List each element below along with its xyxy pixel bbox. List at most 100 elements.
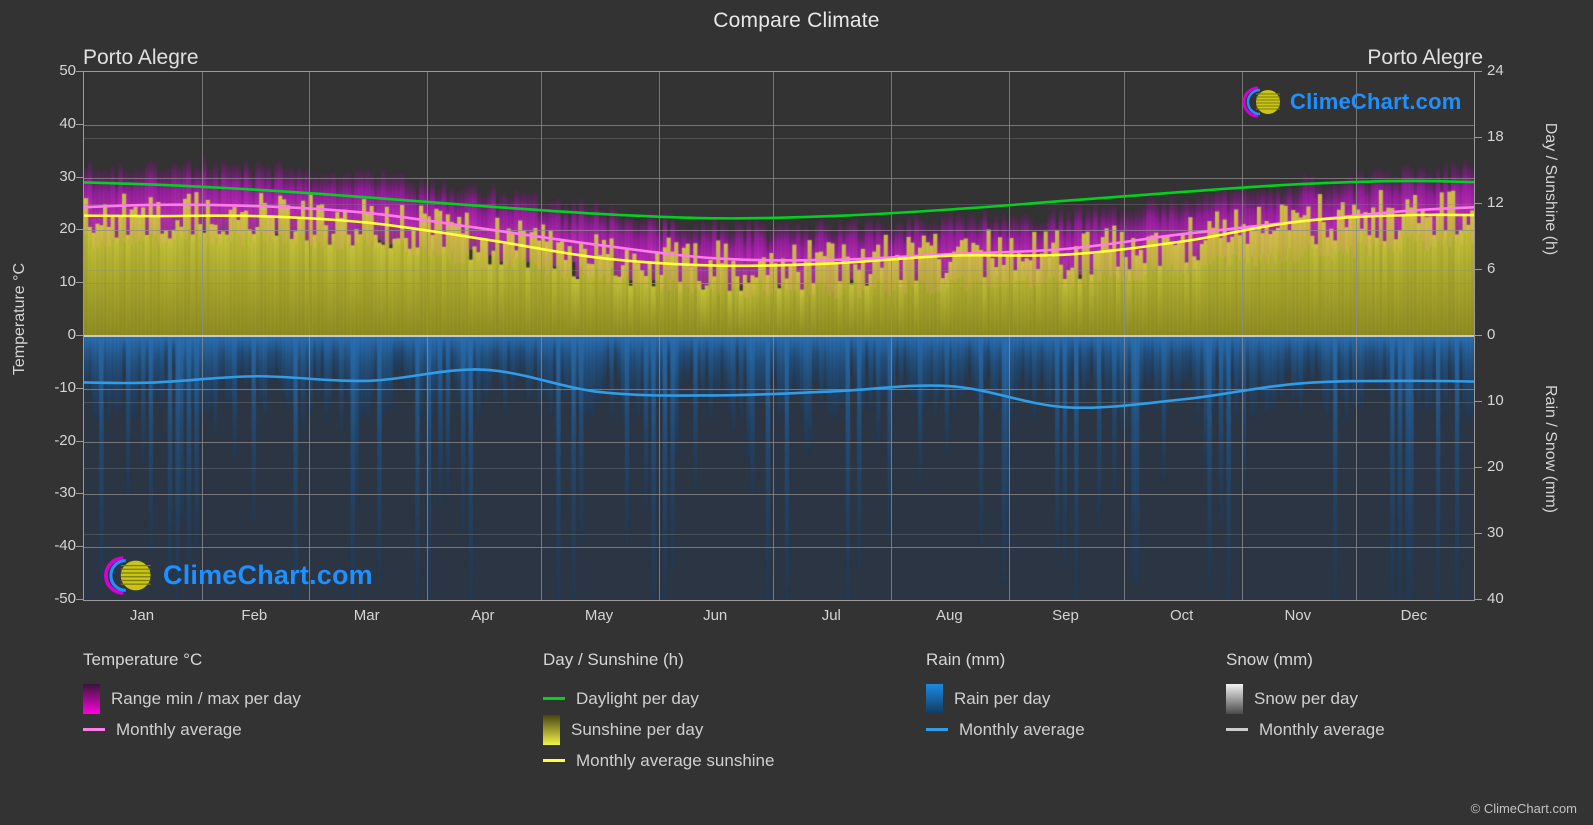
pink-line-swatch — [83, 728, 105, 731]
legend-heading-snow: Snow (mm) — [1226, 650, 1313, 669]
y-tick-label-temperature: -30 — [54, 484, 76, 502]
legend-item-daylight-per-day[interactable]: Daylight per day — [543, 683, 774, 714]
y-tick-label-temperature: -40 — [54, 537, 76, 555]
y-tick-mark — [76, 71, 83, 72]
legend-item-range-min-max[interactable]: Range min / max per day — [83, 683, 301, 714]
legend-item-snow-per-day[interactable]: Snow per day — [1226, 683, 1385, 714]
line-swatch-wrap — [926, 728, 948, 731]
legend-item-snow-monthly-average[interactable]: Monthly average — [1226, 714, 1385, 745]
legend-label: Range min / max per day — [111, 688, 301, 708]
copyright-notice: © ClimeChart.com — [1470, 801, 1577, 816]
x-tick-label-mar: Mar — [353, 607, 380, 624]
white-line-swatch — [1226, 728, 1248, 731]
legend-label: Monthly average — [116, 719, 242, 739]
line-swatch-wrap — [1226, 728, 1248, 731]
x-tick-label-oct: Oct — [1169, 607, 1194, 624]
y-tick-label-rain-snow: 10 — [1487, 392, 1504, 409]
blue-line-swatch — [926, 728, 948, 731]
y-tick-label-day-sunshine: 12 — [1487, 194, 1504, 211]
y-tick-mark — [1475, 467, 1482, 468]
y-tick-mark — [1475, 269, 1482, 270]
line-swatch-wrap — [543, 759, 565, 762]
y-tick-mark — [76, 335, 83, 336]
temperature-average-line — [84, 203, 1474, 262]
x-tick-label-jul: Jul — [821, 607, 841, 624]
legend-heading-rain: Rain (mm) — [926, 650, 1006, 669]
watermark-logo-bottom: ClimeChart.com — [96, 553, 373, 598]
line-swatch-wrap — [83, 728, 105, 731]
y-tick-mark — [1475, 137, 1482, 138]
location-label-right: Porto Alegre — [1367, 46, 1483, 69]
y-tick-mark — [76, 176, 83, 178]
y-tick-mark — [76, 282, 83, 284]
legend-label: Sunshine per day — [571, 719, 704, 739]
y-tick-label-rain-snow: 40 — [1487, 590, 1504, 607]
legend-label: Snow per day — [1254, 688, 1358, 708]
y-tick-label-day-sunshine: 6 — [1487, 260, 1496, 277]
y-tick-mark — [76, 599, 83, 600]
y-axis-title-rain-snow: Rain / Snow (mm) — [1542, 384, 1559, 514]
y-tick-label-temperature: -10 — [54, 378, 76, 396]
legend-label: Monthly average — [959, 719, 1085, 739]
y-tick-mark — [76, 440, 83, 442]
y-tick-label-temperature: -50 — [54, 590, 76, 607]
y-tick-mark — [1475, 401, 1482, 402]
rain-average-line — [84, 368, 1474, 410]
x-tick-label-jan: Jan — [129, 607, 155, 624]
x-tick-label-nov: Nov — [1284, 607, 1312, 624]
legend-group-temperature: Temperature °C Range min / max per day M… — [83, 650, 301, 745]
plot-area[interactable]: ClimeChart.com ClimeChart.com — [83, 71, 1475, 601]
legend-item-temperature-monthly-average[interactable]: Monthly average — [83, 714, 301, 745]
daylight-line — [84, 179, 1474, 220]
y-tick-label-temperature: 30 — [59, 167, 76, 185]
legend-item-rain-monthly-average[interactable]: Monthly average — [926, 714, 1085, 745]
y-tick-mark — [1475, 599, 1482, 600]
y-tick-mark — [76, 123, 83, 125]
y-tick-mark — [1475, 71, 1482, 72]
legend-label: Monthly average — [1259, 719, 1385, 739]
location-label-left: Porto Alegre — [83, 46, 199, 69]
rain-gradient-swatch — [926, 683, 943, 714]
legend-item-monthly-average-sunshine[interactable]: Monthly average sunshine — [543, 745, 774, 776]
legend-item-rain-per-day[interactable]: Rain per day — [926, 683, 1085, 714]
x-tick-label-sep: Sep — [1052, 607, 1079, 624]
legend-heading-temperature: Temperature °C — [83, 650, 203, 669]
y-tick-mark — [76, 387, 83, 389]
climate-chart-page: Compare Climate Porto Alegre Porto Alegr… — [0, 0, 1593, 825]
legend-group-snow: Snow (mm) Snow per day Monthly average — [1226, 650, 1385, 745]
legend-label: Rain per day — [954, 688, 1051, 708]
sunshine-gradient-swatch — [543, 714, 560, 745]
y-tick-label-day-sunshine: 24 — [1487, 62, 1504, 79]
y-tick-label-temperature: 10 — [59, 273, 76, 291]
x-tick-label-aug: Aug — [936, 607, 963, 624]
y-tick-label-temperature: 0 — [67, 326, 76, 343]
watermark-text-bottom: ClimeChart.com — [163, 560, 373, 590]
y-tick-mark — [1475, 203, 1482, 204]
legend-label: Monthly average sunshine — [576, 750, 775, 770]
snow-gradient-swatch — [1226, 683, 1243, 714]
y-axis-title-temperature: Temperature °C — [11, 262, 28, 376]
legend-item-sunshine-per-day[interactable]: Sunshine per day — [543, 714, 774, 745]
climechart-logo-icon — [104, 556, 151, 595]
green-line-swatch — [543, 697, 565, 700]
x-tick-label-jun: Jun — [703, 607, 728, 624]
y-tick-label-day-sunshine: 18 — [1487, 128, 1504, 145]
legend-group-day-sunshine: Day / Sunshine (h) Daylight per day Suns… — [543, 650, 774, 776]
y-tick-label-temperature: -20 — [54, 431, 76, 449]
chart-legend: Temperature °C Range min / max per day M… — [83, 650, 1543, 800]
y-tick-mark — [76, 546, 83, 548]
legend-label: Daylight per day — [576, 688, 699, 708]
watermark-text-top: ClimeChart.com — [1290, 89, 1462, 114]
series-lines — [84, 179, 1474, 410]
y-tick-label-temperature: 20 — [59, 220, 76, 238]
y-tick-mark — [76, 493, 83, 495]
y-tick-label-temperature: 50 — [59, 62, 76, 79]
sunshine-average-line — [84, 213, 1474, 268]
legend-heading-day-sunshine: Day / Sunshine (h) — [543, 650, 684, 669]
range-gradient-swatch — [83, 683, 100, 714]
y-tick-label-temperature: 40 — [59, 114, 76, 132]
y-tick-mark — [1475, 533, 1482, 534]
legend-group-rain: Rain (mm) Rain per day Monthly average — [926, 650, 1085, 745]
x-tick-label-dec: Dec — [1400, 607, 1428, 624]
y-tick-label-rain-snow: 20 — [1487, 458, 1504, 475]
